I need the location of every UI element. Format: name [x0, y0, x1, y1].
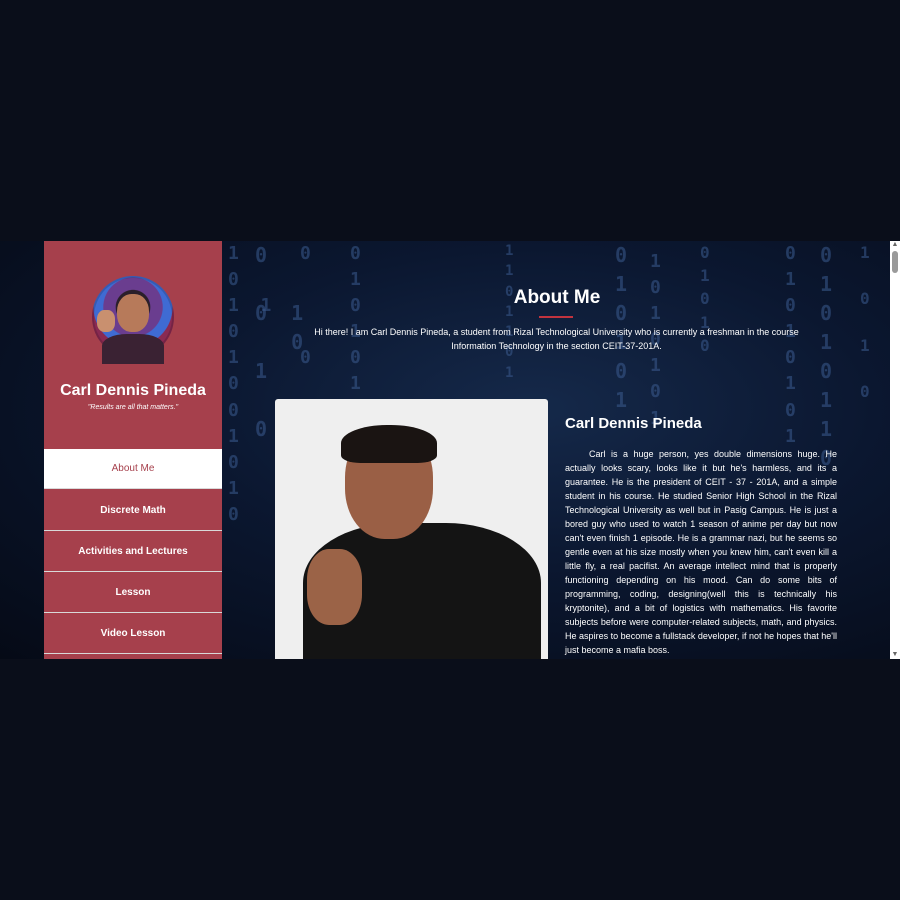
nav-item-about-me[interactable]: About Me: [44, 449, 222, 489]
profile-name: Carl Dennis Pineda: [60, 382, 206, 399]
bio-text: Carl is a huge person, yes double dimens…: [565, 449, 837, 655]
vertical-scrollbar[interactable]: ▲ ▼: [890, 241, 900, 659]
scroll-down-icon[interactable]: ▼: [891, 651, 899, 659]
nav-item-discrete-math[interactable]: Discrete Math: [44, 491, 222, 531]
scroll-up-icon[interactable]: ▲: [891, 241, 899, 249]
browser-viewport: 1 0 1 1 0 1 0 0 1 0 1 0 0 0 1 0 1 0 0 0 …: [0, 241, 900, 659]
intro-text: Hi there! I am Carl Dennis Pineda, a stu…: [314, 327, 799, 351]
bio-heading: Carl Dennis Pineda: [565, 415, 702, 432]
profile-motto: "Results are all that matters.": [87, 404, 179, 411]
scroll-thumb[interactable]: [892, 251, 898, 273]
page-title: About Me: [513, 287, 601, 308]
nav-item-lesson[interactable]: Lesson: [44, 573, 222, 613]
profile-photo: [275, 399, 548, 659]
sidebar: Carl Dennis Pineda "Results are all that…: [44, 241, 222, 659]
title-underline: [539, 316, 573, 318]
nav-item-activities-and-lectures[interactable]: Activities and Lectures: [44, 532, 222, 572]
nav-item-video-lesson[interactable]: Video Lesson: [44, 614, 222, 654]
avatar: [92, 276, 174, 364]
